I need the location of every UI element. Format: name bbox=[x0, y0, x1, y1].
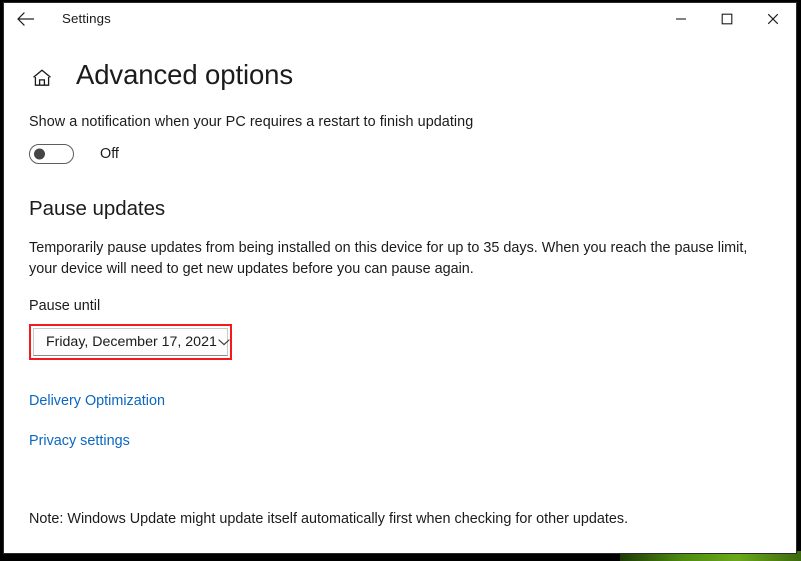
device-setup-note: Configure automatic device setup after a… bbox=[29, 552, 796, 553]
maximize-icon bbox=[721, 13, 733, 25]
minimize-icon bbox=[676, 18, 686, 20]
maximize-button[interactable] bbox=[704, 3, 750, 35]
back-arrow-icon bbox=[17, 12, 34, 26]
device-setup-note-prefix: Configure automatic device setup after a… bbox=[29, 552, 528, 553]
notification-toggle-state: Off bbox=[100, 146, 119, 162]
pause-updates-heading: Pause updates bbox=[29, 197, 166, 220]
pause-until-highlight-box: Friday, December 17, 2021 bbox=[29, 324, 232, 360]
minimize-button[interactable] bbox=[658, 3, 704, 35]
pause-updates-description: Temporarily pause updates from being ins… bbox=[29, 240, 748, 277]
back-button[interactable] bbox=[4, 3, 48, 35]
pause-until-dropdown[interactable]: Friday, December 17, 2021 bbox=[33, 328, 231, 356]
close-button[interactable] bbox=[750, 3, 796, 35]
sign-in-options-link[interactable]: Sign-in options bbox=[528, 552, 623, 553]
toggle-knob bbox=[34, 148, 45, 160]
notification-setting-description: Show a notification when your PC require… bbox=[29, 114, 474, 130]
window-title: Settings bbox=[62, 11, 111, 26]
home-icon[interactable] bbox=[29, 65, 55, 91]
page-content: Advanced options Show a notification whe… bbox=[4, 59, 796, 553]
page-title: Advanced options bbox=[76, 59, 294, 90]
home-glyph-icon bbox=[33, 69, 51, 86]
update-note-text: Note: Windows Update might update itself… bbox=[29, 511, 629, 527]
chevron-down-icon bbox=[217, 337, 231, 347]
pause-until-label: Pause until bbox=[29, 298, 101, 314]
pause-until-selected-value: Friday, December 17, 2021 bbox=[46, 334, 217, 350]
notification-toggle[interactable] bbox=[29, 144, 74, 164]
delivery-optimization-link[interactable]: Delivery Optimization bbox=[29, 393, 165, 409]
notification-toggle-row: Off bbox=[29, 144, 796, 164]
page-header: Advanced options bbox=[29, 59, 796, 91]
title-bar: Settings bbox=[4, 3, 796, 35]
settings-window: Settings Advanced options Show a notific… bbox=[3, 2, 797, 554]
privacy-settings-link[interactable]: Privacy settings bbox=[29, 433, 130, 449]
caption-button-group bbox=[658, 3, 796, 35]
close-icon bbox=[767, 13, 779, 25]
